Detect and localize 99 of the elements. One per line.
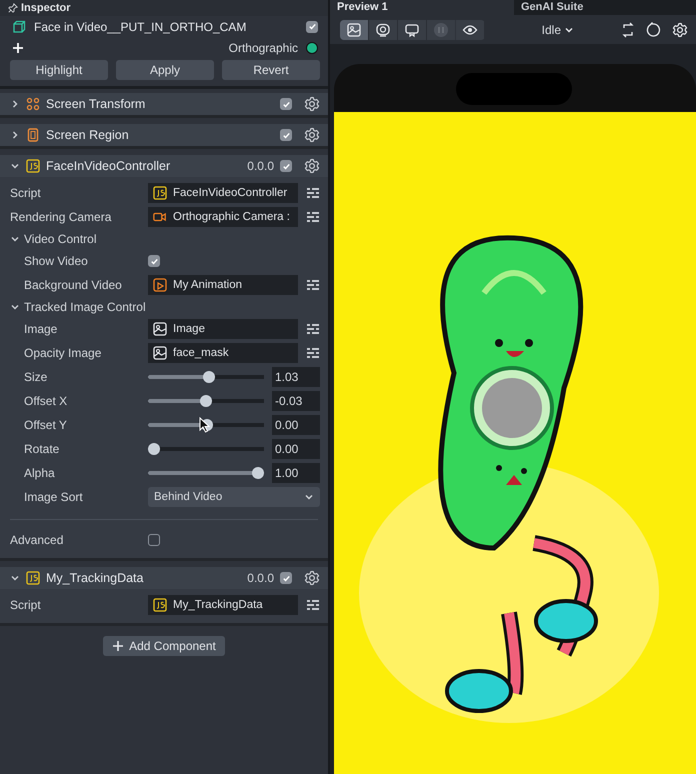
slider-thumb[interactable] [252,467,264,479]
field-label: Image [24,322,58,336]
field-label: Script [10,598,42,612]
mouse-cursor [199,417,211,433]
settings-icon[interactable] [304,158,320,174]
field-label: Size [24,370,48,384]
asset-field[interactable]: face_mask [148,343,298,363]
plus-icon [112,640,124,652]
checkmark-icon [308,22,316,31]
checkmark-icon [282,130,290,140]
checkbox[interactable] [306,20,318,32]
picker-icon[interactable] [306,347,320,359]
number-field[interactable]: 0.00 [272,415,320,435]
state-dropdown[interactable]: Idle [542,22,574,36]
dropdown[interactable]: Behind Video [148,487,320,507]
slider-thumb[interactable] [200,395,212,407]
asset-field[interactable]: Orthographic Camera : [148,207,298,227]
panel-title: Inspector [21,2,71,14]
asset-field[interactable]: My_TrackingData [148,595,298,615]
number-field[interactable]: 1.00 [272,463,320,483]
field-label: Script [10,186,42,200]
field-label: Rotate [24,442,60,456]
script-icon [153,598,167,612]
camera-icon [153,210,167,224]
asset-field[interactable]: FaceInVideoController [148,183,298,203]
field-label: Opacity Image [24,346,102,360]
image-icon [153,346,167,360]
field-label: Alpha [24,466,56,480]
picker-icon[interactable] [306,187,320,199]
checkmark-icon [282,100,290,108]
settings-icon[interactable] [304,570,320,586]
script-icon [153,186,167,200]
image-icon [153,322,167,336]
mode-button[interactable] [340,20,369,40]
number-field[interactable]: -0.03 [272,391,320,411]
chevron-right-icon[interactable] [10,99,20,109]
number-field[interactable]: 0.00 [272,439,320,459]
asset-field[interactable]: My Animation [148,275,298,295]
chevron-down-icon[interactable] [10,161,20,171]
cube-icon [12,20,26,34]
panel-tab[interactable]: GenAI Suite [514,0,696,15]
checkbox[interactable] [280,129,292,141]
chevron-right-icon[interactable] [10,130,20,140]
checkmark-icon [282,574,290,582]
video-file-icon [153,278,167,292]
webcam-icon [375,22,391,38]
checkmark-icon [282,162,290,170]
asset-field[interactable]: Image [148,319,298,339]
frame-icon [26,128,40,142]
script-icon [26,571,40,585]
group-label[interactable]: Video Control [24,232,96,246]
image-icon [346,22,362,38]
chevron-down-icon[interactable] [10,234,20,244]
checkbox[interactable] [280,160,292,172]
script-icon [26,159,40,173]
swap-icon[interactable] [620,22,636,38]
plus-icon[interactable] [12,42,24,54]
picker-icon[interactable] [306,211,320,223]
field-label: Advanced [10,533,64,547]
checkbox[interactable] [280,98,292,110]
field-label: Rendering Camera [10,210,112,224]
component-name[interactable]: My_TrackingData [46,571,242,585]
checkmark-icon [150,256,158,266]
screen-icon [404,22,420,38]
panel-tab[interactable]: Preview 1 [330,0,514,15]
checkbox[interactable] [148,534,160,546]
chevron-down-icon[interactable] [10,302,20,312]
camera-label: Orthographic [228,40,298,54]
group-label[interactable]: Tracked Image Control [24,300,146,314]
version-label: 0.0.0 [247,571,274,585]
object-name[interactable]: Face in Video__PUT_IN_ORTHO_CAM [34,20,298,34]
action-button[interactable]: Apply [116,60,214,80]
pin-icon[interactable] [8,3,18,13]
field-label: Background Video [24,278,123,292]
checkbox[interactable] [148,255,160,267]
picker-icon[interactable] [306,599,320,611]
field-label: Show Video [24,254,89,268]
chevron-down-icon [304,492,314,502]
picker-icon[interactable] [306,279,320,291]
action-button[interactable]: Revert [222,60,320,80]
number-field[interactable]: 1.03 [272,367,320,387]
settings-icon[interactable] [304,127,320,143]
settings-icon[interactable] [304,96,320,112]
add-component-button[interactable]: Add Component [103,636,225,656]
picker-icon[interactable] [306,323,320,335]
version-label: 0.0.0 [247,159,274,173]
settings-icon[interactable] [672,22,688,38]
transform-icon [26,97,40,111]
slider-thumb[interactable] [148,443,160,455]
field-label: Offset X [24,394,68,408]
checkbox[interactable] [280,572,292,584]
field-label: Offset Y [24,418,68,432]
field-label: Image Sort [24,490,84,504]
action-button[interactable]: Highlight [10,60,108,80]
refresh-icon[interactable] [646,22,662,38]
slider-thumb[interactable] [203,371,216,383]
component-name[interactable]: FaceInVideoController [46,159,242,173]
chevron-down-icon[interactable] [10,573,20,583]
pause-icon [433,22,449,38]
